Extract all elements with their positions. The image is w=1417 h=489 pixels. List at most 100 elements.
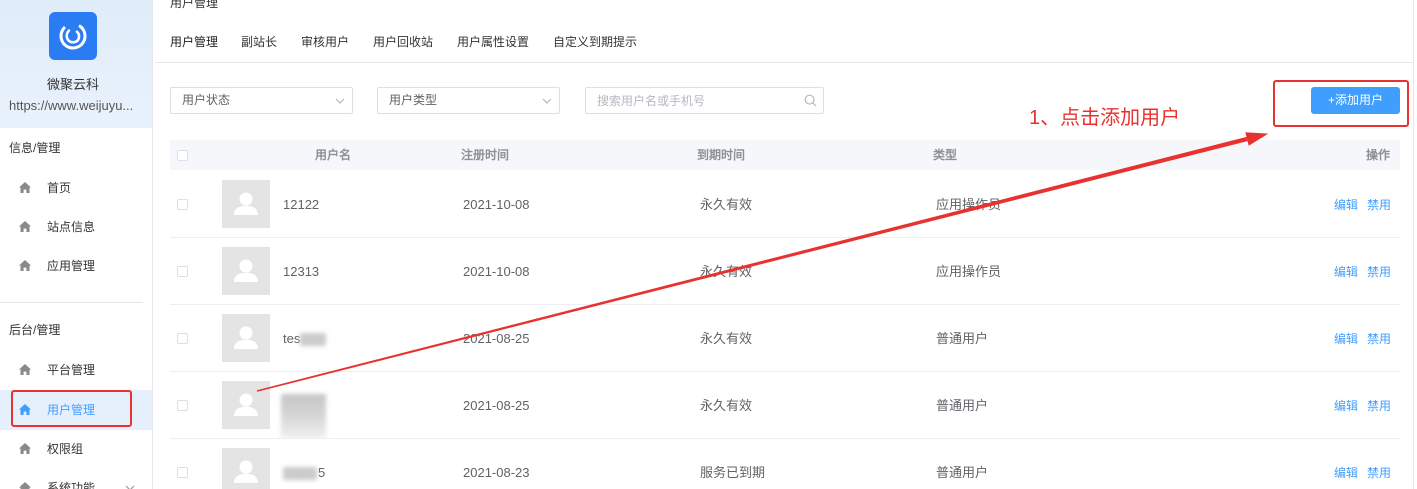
- disable-link[interactable]: 禁用: [1367, 331, 1391, 347]
- tab-user-recycle-bin[interactable]: 用户回收站: [373, 34, 433, 50]
- column-header-username: 用户名: [315, 148, 352, 162]
- sidebar-item-platform-management[interactable]: 平台管理: [0, 350, 152, 390]
- table-row: 12122 2021-10-08 永久有效 应用操作员 编辑 禁用: [170, 171, 1400, 238]
- row-checkbox[interactable]: [177, 467, 188, 478]
- disable-link[interactable]: 禁用: [1367, 465, 1391, 481]
- sidebar-item-app-management[interactable]: 应用管理: [0, 246, 152, 286]
- sidebar-item-home[interactable]: 首页: [0, 168, 152, 208]
- row-checkbox[interactable]: [177, 400, 188, 411]
- home-icon: [19, 221, 31, 232]
- table-row: 12313 2021-10-08 永久有效 应用操作员 编辑 禁用: [170, 238, 1400, 305]
- expiry: 永久有效: [700, 331, 753, 346]
- tab-deputy-webmaster[interactable]: 副站长: [241, 34, 277, 50]
- annotation-highlight-box-button: [1273, 80, 1409, 127]
- nav-group-title-admin: 后台/管理: [9, 323, 61, 337]
- username-cell: 5: [283, 465, 325, 481]
- search-box: [585, 87, 824, 114]
- edit-link[interactable]: 编辑: [1334, 331, 1358, 347]
- search-input[interactable]: [585, 87, 824, 114]
- tab-user-management[interactable]: 用户管理: [170, 34, 218, 50]
- home-icon: [19, 182, 31, 193]
- registered-date: 2021-08-25: [463, 398, 530, 413]
- sidebar-item-system-functions[interactable]: 系统功能: [0, 468, 152, 489]
- user-status-select[interactable]: 用户状态: [170, 87, 353, 114]
- table-row: tes 2021-08-25 永久有效 普通用户 编辑 禁用: [170, 305, 1400, 372]
- expiry: 永久有效: [700, 264, 753, 279]
- sidebar-item-permission-groups[interactable]: 权限组: [0, 429, 152, 469]
- sidebar-item-label: 权限组: [47, 442, 84, 456]
- registered-date: 2021-10-08: [463, 197, 530, 212]
- user-type: 普通用户: [936, 398, 989, 413]
- tab-review-users[interactable]: 审核用户: [301, 34, 349, 50]
- row-checkbox[interactable]: [177, 199, 188, 210]
- sidebar-item-label: 站点信息: [47, 220, 96, 234]
- tab-custom-expiry-reminder[interactable]: 自定义到期提示: [553, 34, 637, 50]
- select-all-checkbox[interactable]: [177, 150, 188, 161]
- home-icon: [19, 364, 31, 375]
- column-header-expires: 到期时间: [697, 148, 746, 162]
- expiry: 永久有效: [700, 197, 753, 212]
- chevron-down-icon: [542, 98, 552, 104]
- username: 12122: [283, 197, 320, 212]
- registered-date: 2021-08-25: [463, 331, 530, 346]
- redacted-blur: [281, 394, 326, 438]
- swirl-logo-icon[interactable]: [49, 12, 97, 60]
- username-cell: 12122: [283, 197, 319, 213]
- expiry: 永久有效: [700, 398, 753, 413]
- avatar: [222, 180, 270, 228]
- tab-user-attribute-settings[interactable]: 用户属性设置: [457, 34, 529, 50]
- home-icon: [19, 482, 31, 489]
- brand-name: 微聚云科: [46, 77, 99, 92]
- redacted-blur: [300, 332, 327, 346]
- sidebar-item-label: 应用管理: [47, 259, 96, 273]
- edit-link[interactable]: 编辑: [1334, 264, 1358, 280]
- username: 5: [318, 465, 326, 480]
- avatar: [222, 314, 270, 362]
- edit-link[interactable]: 编辑: [1334, 465, 1358, 481]
- redacted-blur: [283, 466, 317, 480]
- username-cell: 12313: [283, 264, 319, 280]
- user-type: 应用操作员: [936, 197, 1002, 212]
- user-type: 普通用户: [936, 331, 989, 346]
- edit-link[interactable]: 编辑: [1334, 398, 1358, 414]
- sidebar-divider: [0, 302, 143, 303]
- disable-link[interactable]: 禁用: [1367, 398, 1391, 414]
- page-title: 用户管理: [170, 0, 219, 10]
- sidebar-item-site-info[interactable]: 站点信息: [0, 207, 152, 247]
- table-header: 用户名 注册时间 到期时间 类型 操作: [170, 140, 1400, 170]
- sidebar-item-label: 平台管理: [47, 363, 96, 377]
- disable-link[interactable]: 禁用: [1367, 264, 1391, 280]
- table-row: 5 2021-08-23 服务已到期 普通用户 编辑 禁用: [170, 439, 1400, 489]
- column-header-actions: 操作: [1366, 148, 1391, 162]
- person-icon: [234, 259, 258, 282]
- column-header-type: 类型: [933, 148, 958, 162]
- annotation-highlight-box-nav: [11, 390, 132, 427]
- edit-link[interactable]: 编辑: [1334, 197, 1358, 213]
- username: 12313: [283, 264, 320, 279]
- username-cell: tes: [283, 331, 327, 347]
- search-icon[interactable]: [804, 94, 817, 107]
- nav-group-title-info: 信息/管理: [9, 141, 61, 155]
- annotation-text: 1、点击添加用户: [1029, 107, 1181, 129]
- brand-url: https://www.weijuyu...: [9, 98, 134, 113]
- row-checkbox[interactable]: [177, 333, 188, 344]
- person-icon: [234, 393, 258, 416]
- disable-link[interactable]: 禁用: [1367, 197, 1391, 213]
- row-checkbox[interactable]: [177, 266, 188, 277]
- chevron-down-icon: [335, 98, 345, 104]
- home-icon: [19, 260, 31, 271]
- user-type-select[interactable]: 用户类型: [377, 87, 560, 114]
- user-type-select-text: 用户类型: [389, 93, 438, 107]
- user-status-select-text: 用户状态: [182, 93, 231, 107]
- chevron-down-icon[interactable]: [125, 485, 135, 489]
- registered-date: 2021-10-08: [463, 264, 530, 279]
- home-icon: [19, 443, 31, 454]
- expiry: 服务已到期: [700, 465, 766, 480]
- username: tes: [283, 331, 301, 346]
- tab-bar: 用户管理 副站长 审核用户 用户回收站 用户属性设置 自定义到期提示: [155, 28, 1413, 63]
- user-type: 普通用户: [936, 465, 989, 480]
- column-header-registered: 注册时间: [461, 148, 510, 162]
- person-icon: [234, 192, 258, 215]
- sidebar-item-label: 首页: [47, 181, 72, 195]
- avatar: [222, 448, 270, 489]
